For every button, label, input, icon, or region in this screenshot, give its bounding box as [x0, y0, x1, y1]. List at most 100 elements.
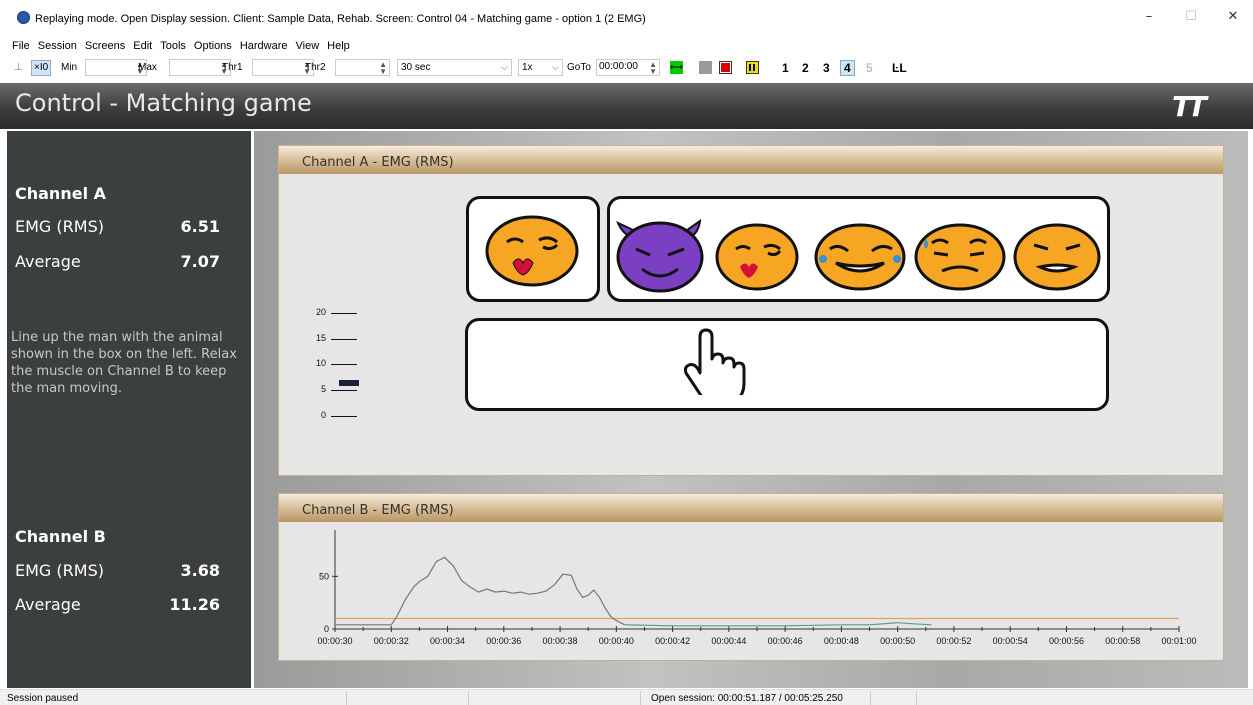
x-tick-label: 00:00:50	[880, 636, 915, 646]
channel-b-avg-value: 11.26	[169, 595, 220, 614]
window-title: Replaying mode. Open Display session. Cl…	[35, 13, 646, 25]
thr1-label: Thr1	[222, 62, 243, 73]
channel-b-title: Channel B	[15, 527, 106, 546]
channel-a-emg-row: EMG (RMS) 6.51	[15, 217, 220, 236]
close-button[interactable]: ✕	[1225, 10, 1241, 24]
menu-screens[interactable]: Screens	[81, 38, 129, 54]
axis-icon[interactable]: ⊥	[14, 59, 23, 77]
menu-tools[interactable]: Tools	[156, 38, 190, 54]
x-tick-label: 00:00:58	[1105, 636, 1140, 646]
channel-b-emg-chart: 50 0 00:00:30 00:00:32 00:00:34 00:00:36 00:00…	[317, 530, 1197, 646]
channel-a-emg-value: 6.51	[180, 217, 220, 236]
title-bar: Replaying mode. Open Display session. Cl…	[0, 0, 1253, 38]
goto-input[interactable]: 00:00:00 ▲ ▼	[596, 59, 660, 76]
goto-label: GoTo	[567, 62, 591, 73]
stop-button[interactable]	[719, 61, 732, 74]
channel-b-emg-row: EMG (RMS) 3.68	[15, 561, 220, 580]
menu-file[interactable]: File	[8, 38, 34, 54]
scale-button[interactable]: ×I0	[31, 60, 52, 76]
x-tick-label: 00:00:54	[993, 636, 1028, 646]
worried-sweat-icon	[914, 223, 1006, 291]
session-time: Open session: 00:00:51.187 / 00:05:25.25…	[651, 693, 843, 704]
goto-value: 00:00:00	[599, 61, 638, 72]
y-tick-label: 50	[319, 571, 329, 581]
smiling-devil-icon	[616, 218, 704, 293]
screen-1-button[interactable]: 1	[782, 59, 789, 77]
gauge-tick	[331, 313, 357, 314]
thr2-spinner[interactable]: ▲ ▼	[335, 59, 390, 76]
menu-edit[interactable]: Edit	[129, 38, 156, 54]
channel-a-title: Channel A	[15, 184, 106, 203]
channel-a-avg-row: Average 7.07	[15, 252, 220, 271]
maximize-button[interactable]: ☐	[1183, 10, 1199, 24]
screen-4-button[interactable]: 4	[840, 60, 855, 76]
content-area: Channel A - EMG (RMS) 20 15 10 5 0 Chann…	[254, 131, 1248, 688]
kissing-face-icon	[485, 215, 579, 287]
menu-hardware[interactable]: Hardware	[236, 38, 292, 54]
gray-square-icon[interactable]	[699, 61, 712, 74]
status-separator	[468, 691, 469, 705]
instructions-text: Line up the man with the animal shown in…	[11, 330, 237, 396]
menu-options[interactable]: Options	[190, 38, 236, 54]
minimize-button[interactable]: –	[1141, 10, 1157, 24]
x-tick-label: 00:00:56	[1049, 636, 1084, 646]
channel-a-emg-label: EMG (RMS)	[15, 217, 104, 236]
menu-session[interactable]: Session	[34, 38, 81, 54]
menu-view[interactable]: View	[292, 38, 324, 54]
channel-a-avg-value: 7.07	[180, 252, 220, 271]
status-separator	[346, 691, 347, 705]
speed-select[interactable]: 1x ⌵	[518, 59, 563, 76]
gauge-tick	[331, 364, 357, 365]
channel-a-panel-header: Channel A - EMG (RMS)	[279, 146, 1223, 174]
status-separator	[640, 691, 641, 705]
sync-icon[interactable]: ⟷	[670, 61, 683, 74]
status-text: Session paused	[7, 693, 79, 704]
target-box	[466, 196, 600, 302]
screen-2-button[interactable]: 2	[802, 59, 809, 77]
pause-bar-icon	[753, 64, 755, 71]
x-tick-label: 00:00:38	[543, 636, 578, 646]
series-line-1	[624, 622, 932, 627]
expressionless-icon	[1013, 223, 1101, 291]
menu-bar: File Session Screens Edit Tools Options …	[0, 38, 1253, 54]
series-line-0	[335, 556, 626, 626]
screen-3-button[interactable]: 3	[823, 59, 830, 77]
status-bar: Session paused Open session: 00:00:51.18…	[0, 689, 1253, 705]
hand-pointer-icon	[683, 328, 746, 395]
timespan-value: 30 sec	[401, 62, 431, 73]
gauge-tick	[331, 339, 357, 340]
gauge-tick-label: 15	[316, 333, 327, 343]
kissing-face-icon	[715, 223, 799, 291]
pause-button[interactable]	[746, 61, 759, 74]
gauge-tick	[331, 390, 357, 391]
menu-help[interactable]: Help	[323, 38, 354, 54]
stop-icon	[721, 63, 730, 72]
status-separator	[916, 691, 917, 705]
screen-5-button[interactable]: 5	[866, 59, 873, 77]
thr2-label: Thr2	[305, 62, 326, 73]
channel-b-avg-label: Average	[15, 595, 81, 614]
chevron-down-icon: ⌵	[552, 62, 559, 72]
left-info-panel: Channel A EMG (RMS) 6.51 Average 7.07 Li…	[7, 131, 251, 688]
y-tick-label: 0	[324, 624, 329, 634]
gauge-tick-label: 10	[316, 358, 327, 368]
chevron-down-icon: ⌵	[501, 62, 508, 72]
gauge-tick	[331, 416, 357, 417]
pointer-track-box	[465, 318, 1109, 411]
channel-a-panel: Channel A - EMG (RMS) 20 15 10 5 0	[278, 145, 1224, 476]
channel-b-emg-label: EMG (RMS)	[15, 561, 104, 580]
pause-bar-icon	[749, 64, 751, 71]
x-tick-label: 00:00:52	[936, 636, 971, 646]
gauge-tick-label: 20	[316, 307, 327, 317]
emoji-row-graphic	[616, 218, 1101, 293]
min-label: Min	[61, 62, 78, 73]
x-tick-label: 00:00:48	[824, 636, 859, 646]
toolbar: ⊥ ×I0 Min ▲ ▼ Max ▲ ▼ Thr1 ▲ ▼ Thr2 ▲ ▼ 30 s…	[0, 56, 1253, 80]
timespan-select[interactable]: 30 sec ⌵	[397, 59, 512, 76]
x-tick-label: 00:00:34	[430, 636, 465, 646]
x-tick-label: 00:00:44	[711, 636, 746, 646]
app-icon	[17, 11, 30, 24]
step-icon[interactable]: ĿL	[892, 59, 907, 77]
screen-header: Control - Matching game TT	[0, 83, 1253, 129]
emoji-choice-row	[607, 196, 1110, 302]
